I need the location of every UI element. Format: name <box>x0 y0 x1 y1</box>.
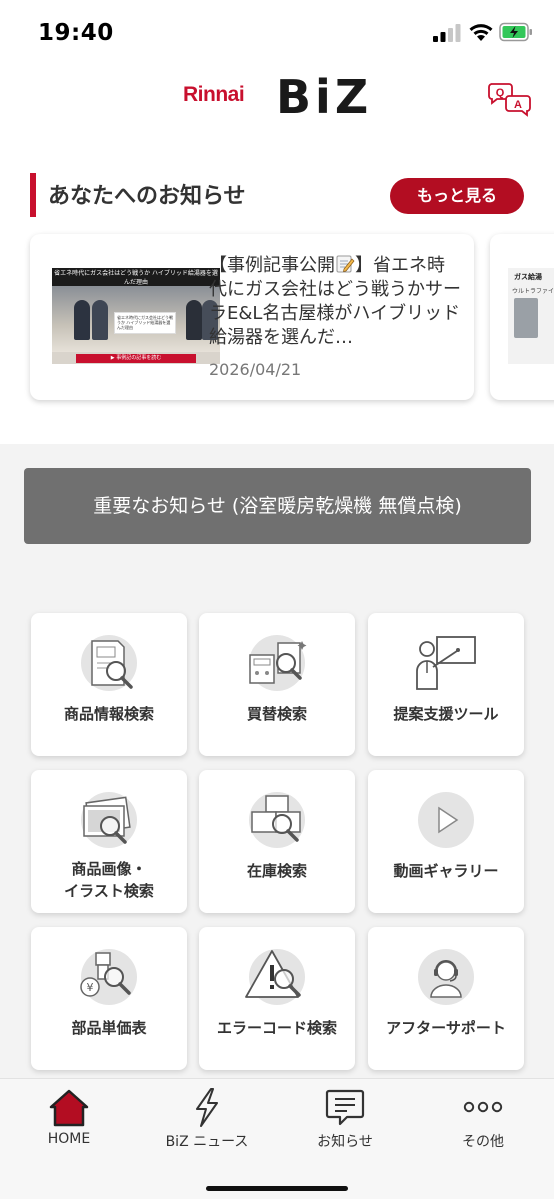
svg-text:A: A <box>514 99 522 111</box>
thumbnail-subtitle: ウルトラファイン <box>512 288 554 295</box>
tile-replacement-search[interactable]: 買替検索 <box>199 613 355 756</box>
menu-area: 重要なお知らせ (浴室暖房乾燥機 無償点検) 商品情報検索 買替検索 提案支援ツ… <box>0 444 554 1078</box>
tile-label: 動画ギャラリー <box>393 862 499 880</box>
nav-label: お知らせ <box>317 1134 373 1150</box>
thumbnail-headline: 省エネ時代にガス会社はどう戦うか ハイブリッド給湯器を選んだ理由 <box>52 268 220 286</box>
person-figure <box>92 300 108 340</box>
svg-text:¥: ¥ <box>87 981 94 994</box>
tile-label: 買替検索 <box>246 705 307 723</box>
section-title: あなたへのお知らせ <box>48 184 246 209</box>
tile-label: 在庫検索 <box>246 862 307 880</box>
home-icon <box>49 1089 89 1127</box>
thumbnail-title: ガス給湯 <box>514 273 542 281</box>
qa-icon: Q A <box>488 83 531 117</box>
tile-parts-price[interactable]: ¥ 部品単価表 <box>31 927 187 1070</box>
tile-after-support[interactable]: アフターサポート <box>368 927 524 1070</box>
tile-label: 提案支援ツール <box>393 705 499 723</box>
news-card[interactable]: 省エネ時代にガス会社はどう戦うか ハイブリッド給湯器を選んだ理由 省エネ時代にガ… <box>30 234 474 400</box>
news-thumbnail: 省エネ時代にガス会社はどう戦うか ハイブリッド給湯器を選んだ理由 省エネ時代にガ… <box>52 268 220 364</box>
battery-charging-icon <box>499 22 532 42</box>
tile-proposal-tools[interactable]: 提案支援ツール <box>368 613 524 756</box>
cellular-signal-icon <box>433 24 461 42</box>
status-time: 19:40 <box>38 20 114 46</box>
tile-label: エラーコード検索 <box>216 1019 337 1037</box>
home-indicator <box>206 1186 348 1191</box>
news-date: 2026/04/21 <box>209 360 302 379</box>
memo-icon <box>336 255 355 273</box>
product-search-icon <box>81 635 137 691</box>
nav-notices[interactable]: お知らせ <box>276 1079 414 1169</box>
important-notice-banner[interactable]: 重要なお知らせ (浴室暖房乾燥機 無償点検) <box>24 468 531 544</box>
nav-label: その他 <box>462 1134 504 1150</box>
news-card[interactable]: ガス給湯 ウルトラファイン <box>490 234 554 400</box>
wifi-icon <box>469 24 493 41</box>
person-figure <box>186 300 202 340</box>
tile-image-search[interactable]: 商品画像・ イラスト検索 <box>31 770 187 913</box>
lightning-icon <box>196 1088 218 1127</box>
error-code-icon <box>245 949 305 1005</box>
bottom-nav: HOME BiZ ニュース お知らせ その他 <box>0 1078 554 1199</box>
image-search-icon <box>81 792 137 848</box>
notice-section: あなたへのお知らせ もっと見る 省エネ時代にガス会社はどう戦うか ハイブリッド給… <box>0 146 554 444</box>
stock-search-icon <box>249 792 305 848</box>
nav-label: BiZ ニュース <box>165 1134 249 1150</box>
nav-home[interactable]: HOME <box>0 1079 138 1169</box>
nav-label: HOME <box>47 1131 91 1147</box>
replacement-search-icon <box>249 635 307 691</box>
support-headset-icon <box>418 949 474 1005</box>
water-heater-image <box>514 298 538 338</box>
news-thumbnail: ガス給湯 ウルトラファイン <box>508 268 554 364</box>
more-dots-icon <box>463 1101 503 1113</box>
nav-other[interactable]: その他 <box>414 1079 552 1169</box>
section-accent-bar <box>30 173 36 217</box>
thumbnail-panel: 省エネ時代にガス会社はどう戦うか ハイブリッド給湯器を選んだ理由 <box>114 312 176 334</box>
thumbnail-cta: ▶ 事例記の記事を読む <box>76 354 196 363</box>
svg-text:Q: Q <box>496 87 505 99</box>
message-icon <box>325 1089 365 1126</box>
news-title: 【事例記事公開 】省エネ時代にガス会社はどう戦うかサーラE&L名古屋様がハイブリッ… <box>209 255 461 348</box>
tile-product-search[interactable]: 商品情報検索 <box>31 613 187 756</box>
brand-logo: Rinnai <box>183 83 245 106</box>
tile-label: アフターサポート <box>386 1019 506 1037</box>
tile-label: 商品画像・ イラスト検索 <box>64 860 154 900</box>
tile-stock-search[interactable]: 在庫検索 <box>199 770 355 913</box>
tile-label: 商品情報検索 <box>63 705 154 723</box>
app-logo: BiZ <box>276 70 373 124</box>
qa-button[interactable]: Q A <box>487 80 533 120</box>
parts-price-icon: ¥ <box>80 949 137 1005</box>
presentation-icon <box>416 636 476 690</box>
tile-label: 部品単価表 <box>71 1019 147 1037</box>
tile-error-code-search[interactable]: エラーコード検索 <box>199 927 355 1070</box>
tile-video-gallery[interactable]: 動画ギャラリー <box>368 770 524 913</box>
app-header: Rinnai BiZ Q A <box>0 66 554 146</box>
status-bar: 19:40 <box>0 0 554 66</box>
more-button[interactable]: もっと見る <box>390 178 524 214</box>
video-play-icon <box>418 792 474 848</box>
person-figure <box>74 300 90 340</box>
nav-biz-news[interactable]: BiZ ニュース <box>138 1079 276 1169</box>
